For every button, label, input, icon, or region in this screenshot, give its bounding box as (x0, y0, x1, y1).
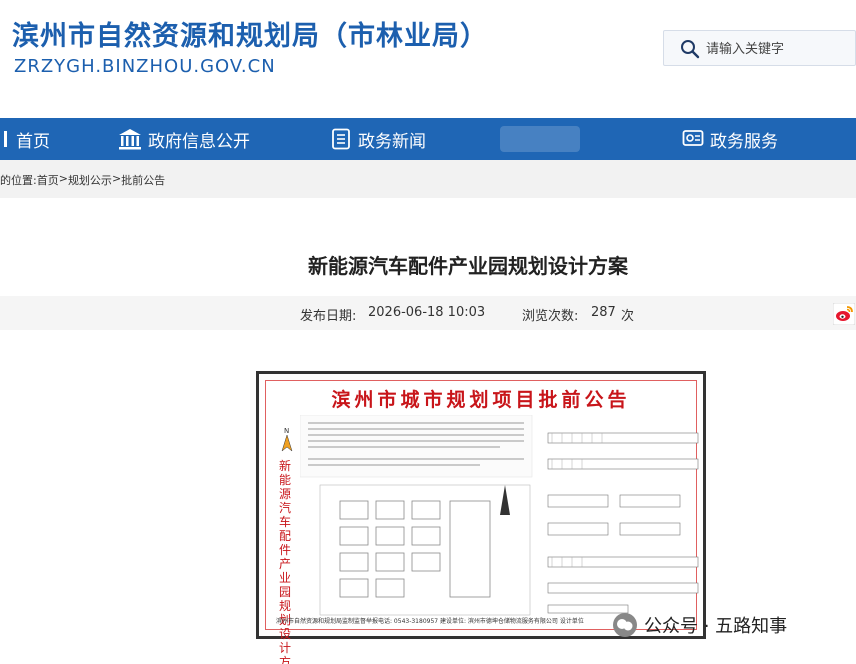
main-nav: 首页 政府信息公开 政务新闻 政务服务 (0, 118, 856, 160)
breadcrumb: 的位置: 首页 > 规划公示 > 批前公告 (0, 172, 165, 188)
wechat-watermark: 公众号 · 五路知事 (612, 612, 787, 638)
nav-item-gov-info[interactable]: 政府信息公开 (118, 118, 250, 160)
breadcrumb-prefix: 的位置: (0, 174, 37, 187)
breadcrumb-separator: > (111, 172, 122, 185)
publish-label: 发布日期: (300, 309, 357, 324)
nav-item-home[interactable]: 首页 (4, 118, 50, 160)
site-header: 滨州市自然资源和规划局（市林业局） ZRZYGH.BINZHOU.GOV.CN (0, 0, 856, 118)
site-domain: ZRZYGH.BINZHOU.GOV.CN (14, 56, 276, 77)
nav-item-label: 政务新闻 (358, 131, 426, 152)
nav-item-label: 首页 (16, 131, 50, 152)
nav-item-label: 政府信息公开 (148, 131, 250, 152)
service-window-icon (682, 130, 704, 146)
notice-frame: 滨州市城市规划项目批前公告 N 新能源汽车配件产业园规划设计方案 (265, 380, 699, 664)
search-box[interactable] (663, 30, 856, 66)
views-count: 287 (591, 305, 616, 320)
nav-blurred-item (500, 126, 580, 152)
breadcrumb-home[interactable]: 首页 (37, 172, 59, 188)
svg-text:N: N (284, 427, 289, 435)
article-title: 新能源汽车配件产业园规划设计方案 (308, 254, 628, 278)
notice-title: 滨州市城市规划项目批前公告 (331, 389, 631, 411)
article-meta-bar: 发布日期: 2026-06-18 10:03 浏览次数: 287 次 (0, 296, 856, 330)
nav-item-label: 政务服务 (710, 131, 778, 152)
breadcrumb-pre-approval[interactable]: 批前公告 (121, 172, 165, 188)
government-building-icon (119, 129, 141, 150)
planning-notice-image[interactable]: 滨州市城市规划项目批前公告 N 新能源汽车配件产业园规划设计方案 (256, 371, 706, 664)
nav-item-services[interactable]: 政务服务 (682, 118, 778, 160)
publish-date: 2026-06-18 10:03 (368, 305, 486, 320)
watermark-text: 公众号 · 五路知事 (644, 616, 788, 637)
views-unit: 次 (621, 309, 635, 324)
site-title[interactable]: 滨州市自然资源和规划局（市林业局） (12, 14, 488, 53)
notice-content-graphic (300, 415, 699, 616)
breadcrumb-separator: > (58, 172, 68, 185)
weibo-share-icon[interactable] (833, 303, 855, 325)
nav-item-news[interactable]: 政务新闻 (330, 118, 426, 160)
search-input[interactable] (706, 37, 851, 61)
home-icon (4, 131, 7, 147)
news-document-icon (332, 128, 350, 150)
notice-vertical-title: 新能源汽车配件产业园规划设计方案 (278, 459, 291, 664)
wechat-official-account-icon (613, 613, 637, 637)
breadcrumb-planning-notice[interactable]: 规划公示 (68, 172, 112, 188)
views-label: 浏览次数: (522, 309, 579, 324)
breadcrumb-bar: 的位置: 首页 > 规划公示 > 批前公告 (0, 160, 856, 198)
north-arrow-icon: N (281, 427, 293, 452)
search-icon[interactable] (680, 39, 700, 59)
